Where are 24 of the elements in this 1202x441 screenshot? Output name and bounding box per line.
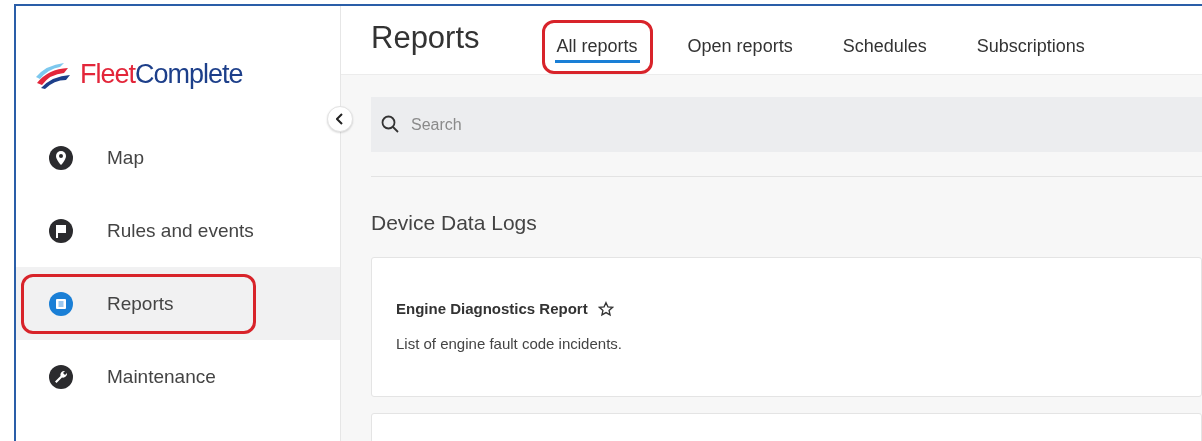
section-title: Device Data Logs [371,211,538,235]
flag-icon [49,218,73,243]
report-card[interactable]: Engine Diagnostics Report List of engine fault code incidents. [371,257,1202,397]
sidebar-item[interactable]: Rules and events [21,200,256,261]
wrench-icon [49,364,73,389]
chevron-left-icon [336,113,344,125]
tab[interactable]: Subscriptions [961,20,1100,74]
sidebar-item[interactable]: Maintenance [21,346,256,407]
sidebar-item[interactable]: Reports [21,273,256,334]
location-pin-icon [49,145,73,170]
tab[interactable]: Open reports [672,20,808,74]
star-icon[interactable] [597,300,614,317]
collapse-button[interactable] [327,106,353,132]
report-description: List of engine fault code incidents. [396,335,623,352]
tab[interactable]: All reports [541,20,653,74]
logo-word: Fleet [80,58,136,89]
report-title: Engine Diagnostics Report [396,300,588,317]
page-title: Reports [371,20,480,56]
search-field[interactable]: Search [371,97,1202,152]
sidebar-item[interactable]: Map [21,127,256,188]
tab[interactable]: Schedules [827,20,942,74]
document-icon [49,291,73,316]
search-icon [381,115,399,133]
logo-word: Complete [135,58,243,89]
